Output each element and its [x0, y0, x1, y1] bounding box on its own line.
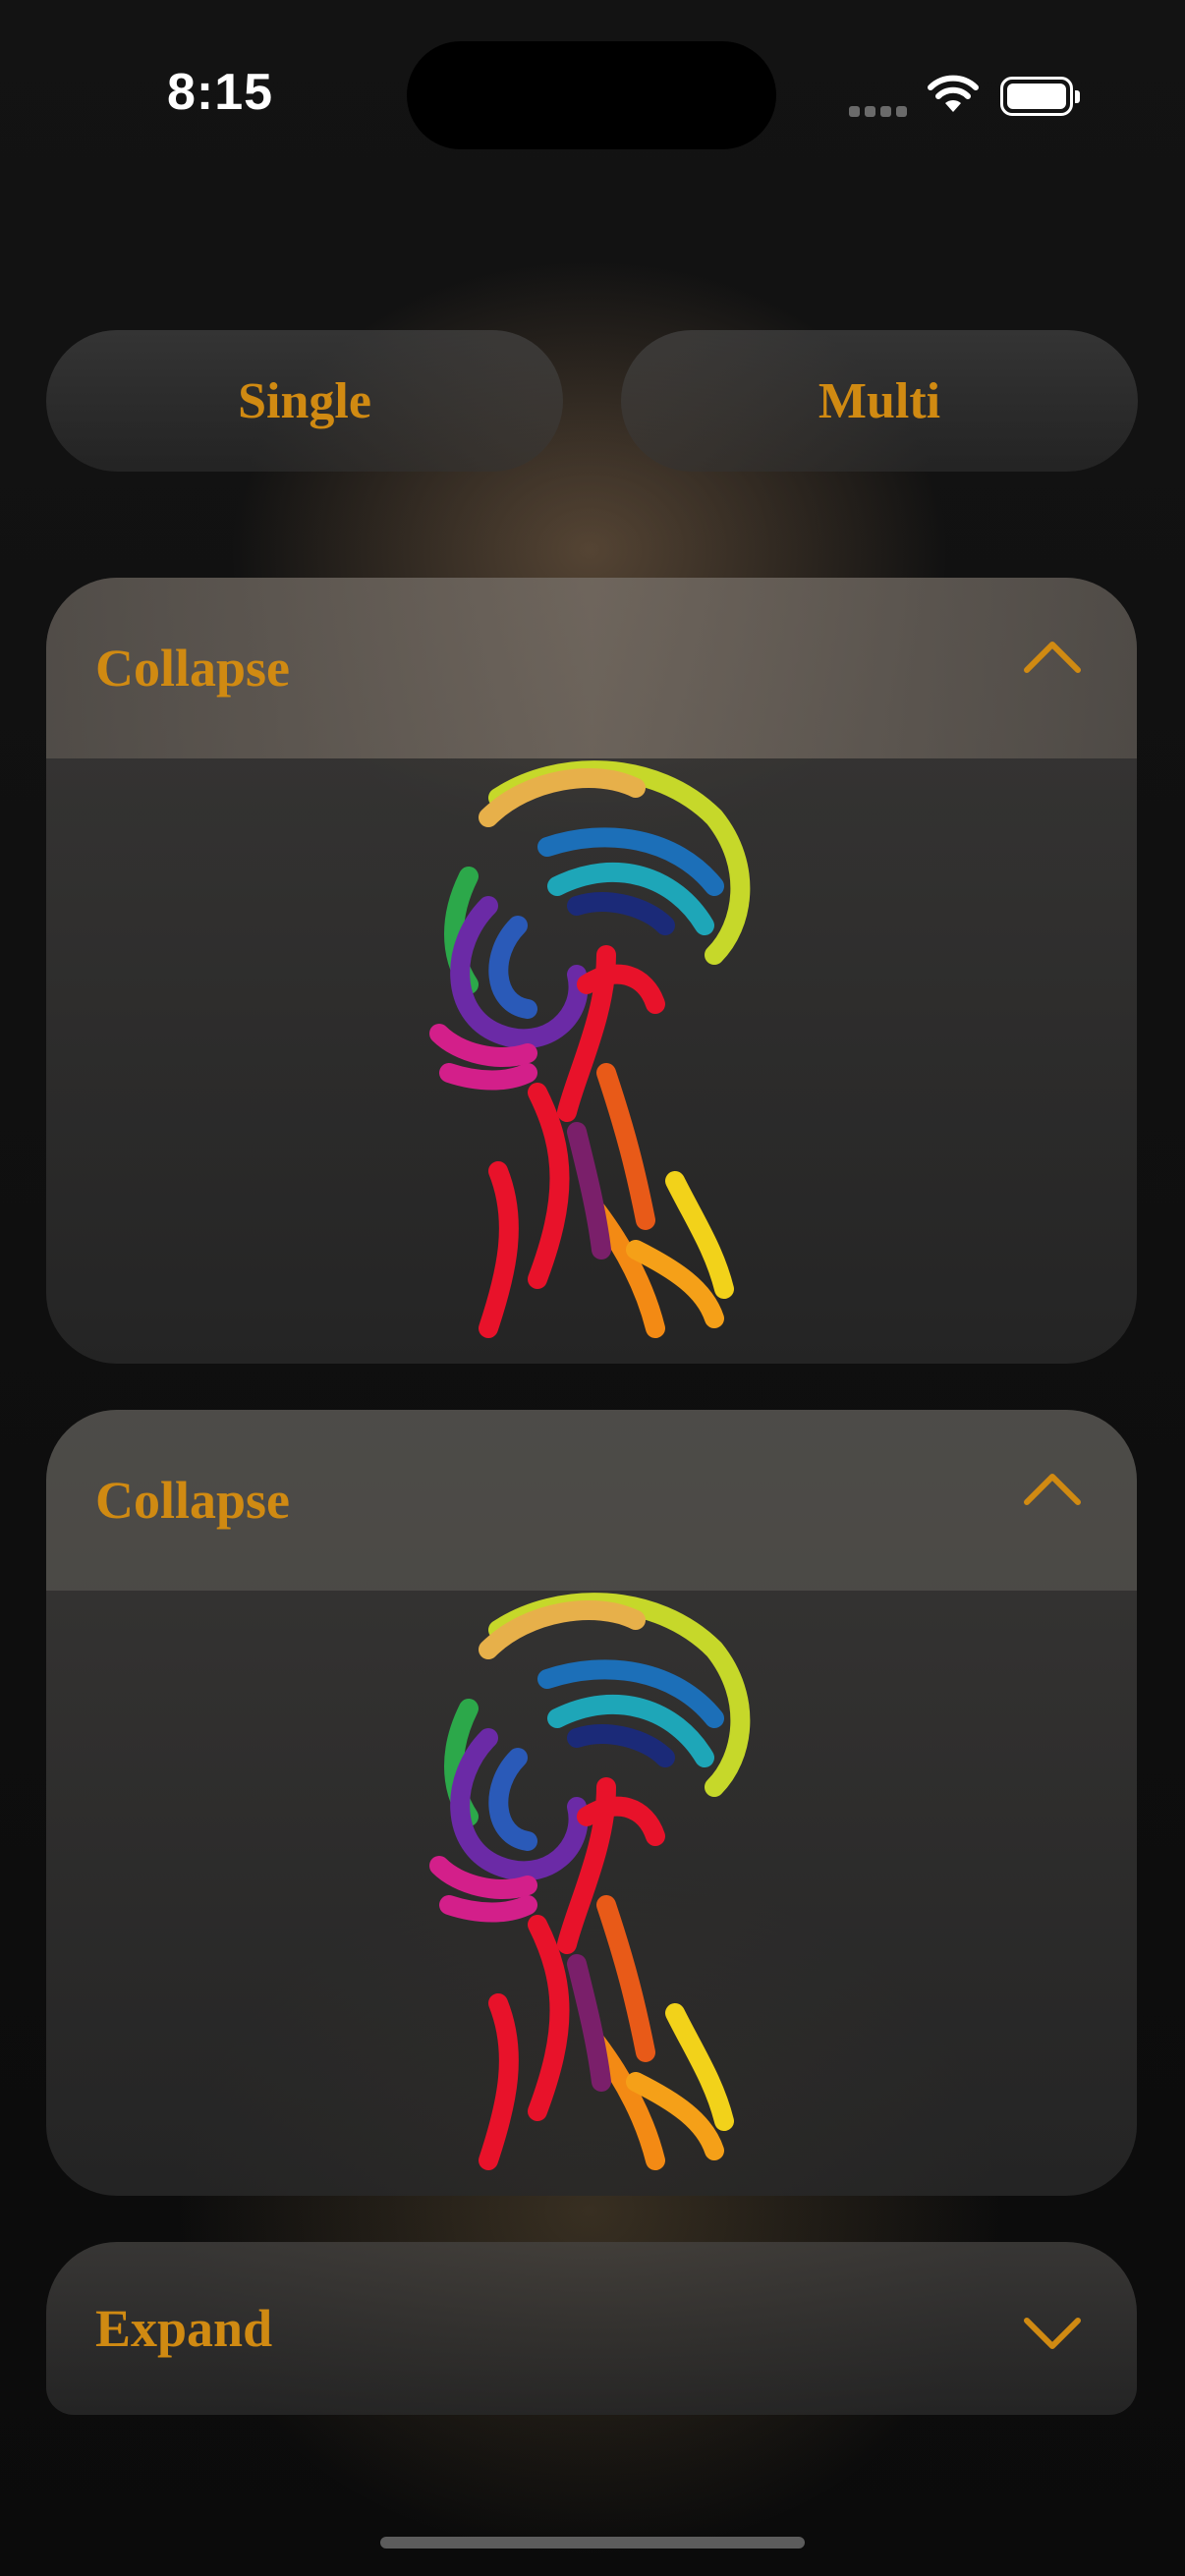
- accordion-title: Collapse: [95, 1471, 291, 1530]
- status-time: 8:15: [167, 64, 274, 121]
- accordion-header[interactable]: Collapse: [46, 1410, 1137, 1591]
- accordion-header[interactable]: Collapse: [46, 578, 1137, 758]
- accordion-item: Collapse: [46, 1410, 1137, 2196]
- accordion-content: [46, 758, 1137, 1364]
- accordion-item: Collapse: [46, 578, 1137, 1364]
- multi-mode-button[interactable]: Multi: [621, 330, 1138, 472]
- wifi-icon: [928, 75, 979, 112]
- home-indicator[interactable]: [380, 2537, 805, 2548]
- cellular-signal-icon: [849, 104, 912, 122]
- accordion-item: Expand: [46, 2242, 1137, 2415]
- chevron-up-icon[interactable]: [1023, 1471, 1082, 1506]
- dynamic-island: [407, 41, 776, 149]
- status-bar: 8:15: [0, 0, 1185, 196]
- chevron-up-icon[interactable]: [1023, 639, 1082, 674]
- accordion-header[interactable]: Expand: [46, 2242, 1137, 2415]
- accordion-title: Collapse: [95, 639, 291, 698]
- single-mode-button[interactable]: Single: [46, 330, 563, 472]
- colorful-head-illustration: [429, 760, 751, 1338]
- battery-icon: [1000, 77, 1080, 116]
- accordion-title: Expand: [95, 2299, 273, 2358]
- colorful-head-illustration: [429, 1593, 751, 2170]
- chevron-down-icon[interactable]: [1023, 2317, 1082, 2352]
- accordion-content: [46, 1591, 1137, 2196]
